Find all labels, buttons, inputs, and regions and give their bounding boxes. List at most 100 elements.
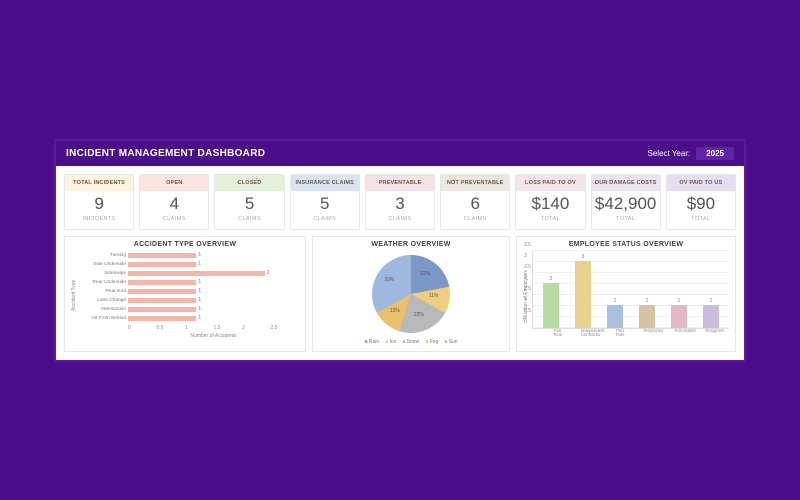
bar [128, 307, 196, 312]
chart-title: EMPLOYEE STATUS OVERVIEW [523, 241, 729, 248]
bar-datalabel: 1 [678, 298, 681, 304]
bar [128, 280, 196, 285]
kpi-value: 5 [215, 191, 283, 214]
year-value[interactable]: 2025 [696, 147, 734, 160]
x-tick: 0 [128, 325, 157, 331]
kpi-card: OUR DAMAGE COSTS $42,900 TOTAL [591, 174, 661, 230]
kpi-value: $90 [667, 191, 735, 214]
kpi-label: OPEN [140, 175, 208, 191]
pie-slice-label: 12% [390, 308, 400, 314]
kpi-card: CLOSED 5 CLAIMS [214, 174, 284, 230]
kpi-sublabel: CLAIMS [366, 214, 434, 229]
y-tick: 0 [524, 319, 527, 325]
bar-category: Intersection [80, 307, 126, 312]
bar [128, 271, 265, 276]
charts-row: ACCIDENT TYPE OVERVIEW Accident Type Tur… [56, 236, 744, 360]
kpi-label: CLOSED [215, 175, 283, 191]
x-tick: 1 [185, 325, 214, 331]
bar [607, 305, 623, 327]
y-tick: 2 [524, 275, 527, 281]
year-label: Select Year: [648, 149, 691, 158]
bar [575, 261, 591, 328]
bar-category: Part Time [612, 329, 628, 338]
year-selector[interactable]: Select Year: 2025 [648, 147, 735, 160]
pie-legend: RainIceSnowFogSun [364, 339, 457, 345]
bar-category: Independent Contractor [581, 329, 597, 338]
kpi-label: NOT PREVENTABLE [441, 175, 509, 191]
y-tick: 3 [524, 253, 527, 259]
kpi-sublabel: CLAIMS [215, 214, 283, 229]
bar-datalabel: 3 [582, 254, 585, 260]
bar-category: Hit From Behind [80, 316, 126, 321]
bar-datalabel: 2 [267, 270, 270, 276]
kpi-sublabel: TOTAL [667, 214, 735, 229]
dashboard-panel: INCIDENT MANAGEMENT DASHBOARD Select Yea… [54, 139, 746, 362]
kpi-card: NOT PREVENTABLE 6 CLAIMS [440, 174, 510, 230]
kpi-sublabel: INCIDENTS [65, 214, 133, 229]
kpi-value: $42,900 [592, 191, 660, 214]
x-tick: 1.5 [214, 325, 243, 331]
kpi-sublabel: CLAIMS [140, 214, 208, 229]
kpi-value: 6 [441, 191, 509, 214]
accident-type-chart: ACCIDENT TYPE OVERVIEW Accident Type Tur… [64, 236, 306, 352]
kpi-label: OV PAID TO US [667, 175, 735, 191]
chart-title: WEATHER OVERVIEW [319, 241, 503, 248]
kpi-value: 4 [140, 191, 208, 214]
bar-category: Sideswipe [80, 271, 126, 276]
bar-datalabel: 1 [646, 298, 649, 304]
x-tick: 2.5 [271, 325, 300, 331]
bar-datalabel: 1 [198, 288, 201, 294]
legend-item: Ice [385, 339, 396, 345]
kpi-value: $140 [516, 191, 584, 214]
bar-category: Full Time [550, 329, 566, 338]
bar-datalabel: 2 [550, 276, 553, 282]
bar-category: Lane Change [80, 298, 126, 303]
bar-datalabel: 1 [198, 252, 201, 258]
pie-chart: 22%11%22%12%33% [372, 255, 450, 333]
kpi-card: LOSS PAID TO OV $140 TOTAL [515, 174, 585, 230]
bar [128, 262, 196, 267]
bar-datalabel: 1 [198, 315, 201, 321]
bar-category: Terminated [674, 329, 690, 338]
kpi-card: TOTAL INCIDENTS 9 INCIDENTS [64, 174, 134, 230]
bar [128, 253, 196, 258]
bar [671, 305, 687, 327]
bar-category: Temporary [643, 329, 659, 338]
pie-slice-label: 33% [384, 277, 394, 283]
bar-datalabel: 1 [198, 297, 201, 303]
page-title: INCIDENT MANAGEMENT DASHBOARD [66, 148, 265, 159]
kpi-label: PREVENTABLE [366, 175, 434, 191]
bar-datalabel: 1 [198, 306, 201, 312]
kpi-label: LOSS PAID TO OV [516, 175, 584, 191]
bar [703, 305, 719, 327]
y-tick: 3.5 [524, 242, 531, 248]
kpi-value: 9 [65, 191, 133, 214]
bar-datalabel: 1 [198, 279, 201, 285]
bar [128, 298, 196, 303]
y-tick: 1.5 [524, 286, 531, 292]
bar [128, 316, 196, 321]
bar-datalabel: 1 [198, 261, 201, 267]
kpi-label: OUR DAMAGE COSTS [592, 175, 660, 191]
bar-category: Side Underside [80, 262, 126, 267]
kpi-sublabel: CLAIMS [441, 214, 509, 229]
bar-category: Turning [80, 253, 126, 258]
kpi-label: INSURANCE CLAIMS [291, 175, 359, 191]
weather-chart: WEATHER OVERVIEW 22%11%22%12%33% RainIce… [312, 236, 510, 352]
y-axis-label: Accident Type [71, 251, 77, 339]
header-bar: INCIDENT MANAGEMENT DASHBOARD Select Yea… [56, 141, 744, 166]
bar-category: Rear Underside [80, 280, 126, 285]
bar-datalabel: 1 [710, 298, 713, 304]
kpi-label: TOTAL INCIDENTS [65, 175, 133, 191]
kpi-sublabel: TOTAL [516, 214, 584, 229]
kpi-sublabel: CLAIMS [291, 214, 359, 229]
bar-datalabel: 1 [614, 298, 617, 304]
kpi-card: INSURANCE CLAIMS 5 CLAIMS [290, 174, 360, 230]
legend-item: Rain [364, 339, 379, 345]
pie-slice-label: 22% [420, 271, 430, 277]
chart-title: ACCIDENT TYPE OVERVIEW [71, 241, 299, 248]
kpi-value: 5 [291, 191, 359, 214]
kpi-card: PREVENTABLE 3 CLAIMS [365, 174, 435, 230]
bar [543, 283, 559, 328]
y-tick: 0.5 [524, 308, 531, 314]
